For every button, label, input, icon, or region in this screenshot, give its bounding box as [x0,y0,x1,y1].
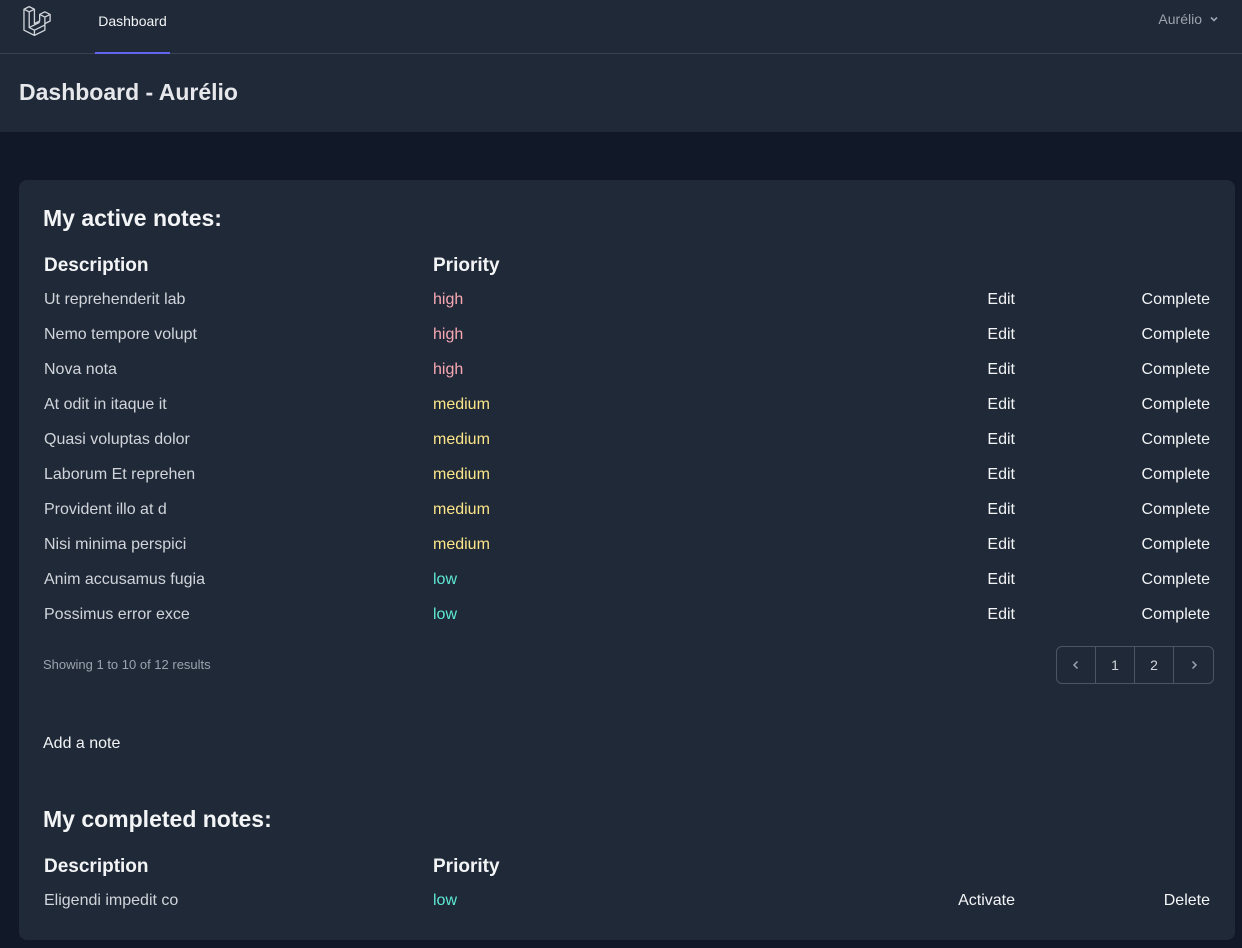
activate-note-button[interactable]: Activate [958,892,1015,910]
edit-note-button[interactable]: Edit [987,571,1015,589]
chevron-left-icon [1072,660,1079,670]
page-header: Dashboard - Aurélio [0,54,1242,132]
chevron-down-icon [1210,16,1218,22]
complete-note-button[interactable]: Complete [1142,466,1210,484]
note-description: Nova nota [44,361,117,378]
edit-note-button[interactable]: Edit [987,361,1015,379]
table-row: Provident illo at d medium Edit Complete [19,501,1235,536]
note-description: Anim accusamus fugia [44,571,205,588]
pagination-page-1[interactable]: 1 [1096,647,1135,683]
page-title: Dashboard - Aurélio [19,79,238,105]
note-priority: medium [433,536,490,553]
note-priority: medium [433,431,490,448]
table-row: At odit in itaque it medium Edit Complete [19,396,1235,431]
note-priority: low [433,606,458,623]
chevron-right-icon [1191,660,1197,670]
laravel-logo-icon[interactable] [22,4,56,38]
pagination-summary: Showing 1 to 10 of 12 results [43,657,211,672]
table-row: Possimus error exce low Edit Complete [19,606,1235,641]
note-description: Provident illo at d [44,501,167,518]
complete-note-button[interactable]: Complete [1142,536,1210,554]
table-row: Laborum Et reprehen medium Edit Complete [19,466,1235,501]
note-description: Ut reprehenderit lab [44,291,186,308]
note-description: At odit in itaque it [44,396,167,413]
complete-note-button[interactable]: Complete [1142,431,1210,449]
complete-note-button[interactable]: Complete [1142,291,1210,309]
complete-note-button[interactable]: Complete [1142,326,1210,344]
note-priority: medium [433,466,490,483]
completed-notes-title: My completed notes: [43,806,272,832]
complete-note-button[interactable]: Complete [1142,396,1210,414]
note-priority: high [433,291,464,308]
note-priority: high [433,326,464,343]
table-row: Nisi minima perspici medium Edit Complete [19,536,1235,571]
completed-col-description: Description [44,856,149,877]
nav-link-dashboard[interactable]: Dashboard [95,0,170,54]
note-priority: medium [433,396,490,413]
note-priority: medium [433,501,490,518]
edit-note-button[interactable]: Edit [987,501,1015,519]
note-description: Nisi minima perspici [44,536,187,553]
edit-note-button[interactable]: Edit [987,606,1015,624]
note-description: Quasi voluptas dolor [44,431,190,448]
pagination-page-2[interactable]: 2 [1135,647,1174,683]
notes-card: My active notes: Description Priority Ut… [19,180,1235,940]
note-priority: low [433,892,458,909]
completed-col-priority: Priority [433,856,500,877]
active-col-priority: Priority [433,255,500,276]
edit-note-button[interactable]: Edit [987,291,1015,309]
add-note-link[interactable]: Add a note [43,735,120,753]
pagination-next-button[interactable] [1174,647,1213,683]
table-row: Eligendi impedit co low Activate Delete [19,892,1235,927]
complete-note-button[interactable]: Complete [1142,571,1210,589]
complete-note-button[interactable]: Complete [1142,361,1210,379]
note-description: Possimus error exce [44,606,190,623]
note-description: Laborum Et reprehen [44,466,196,483]
note-description: Eligendi impedit co [44,892,179,909]
complete-note-button[interactable]: Complete [1142,501,1210,519]
table-row: Nova nota high Edit Complete [19,361,1235,396]
edit-note-button[interactable]: Edit [987,431,1015,449]
pagination-prev-button[interactable] [1057,647,1096,683]
note-priority: high [433,361,464,378]
edit-note-button[interactable]: Edit [987,536,1015,554]
delete-note-button[interactable]: Delete [1164,892,1210,910]
edit-note-button[interactable]: Edit [987,466,1015,484]
table-row: Anim accusamus fugia low Edit Complete [19,571,1235,606]
edit-note-button[interactable]: Edit [987,396,1015,414]
edit-note-button[interactable]: Edit [987,326,1015,344]
note-priority: low [433,571,458,588]
complete-note-button[interactable]: Complete [1142,606,1210,624]
note-description: Nemo tempore volupt [44,326,197,343]
table-row: Nemo tempore volupt high Edit Complete [19,326,1235,361]
active-col-description: Description [44,255,149,276]
user-menu[interactable]: Aurélio [1158,11,1220,27]
top-navbar: Dashboard Aurélio [0,0,1242,54]
user-name: Aurélio [1158,11,1202,27]
table-row: Ut reprehenderit lab high Edit Complete [19,291,1235,326]
table-row: Quasi voluptas dolor medium Edit Complete [19,431,1235,466]
pagination: 1 2 [1056,646,1214,684]
active-notes-title: My active notes: [43,205,222,231]
